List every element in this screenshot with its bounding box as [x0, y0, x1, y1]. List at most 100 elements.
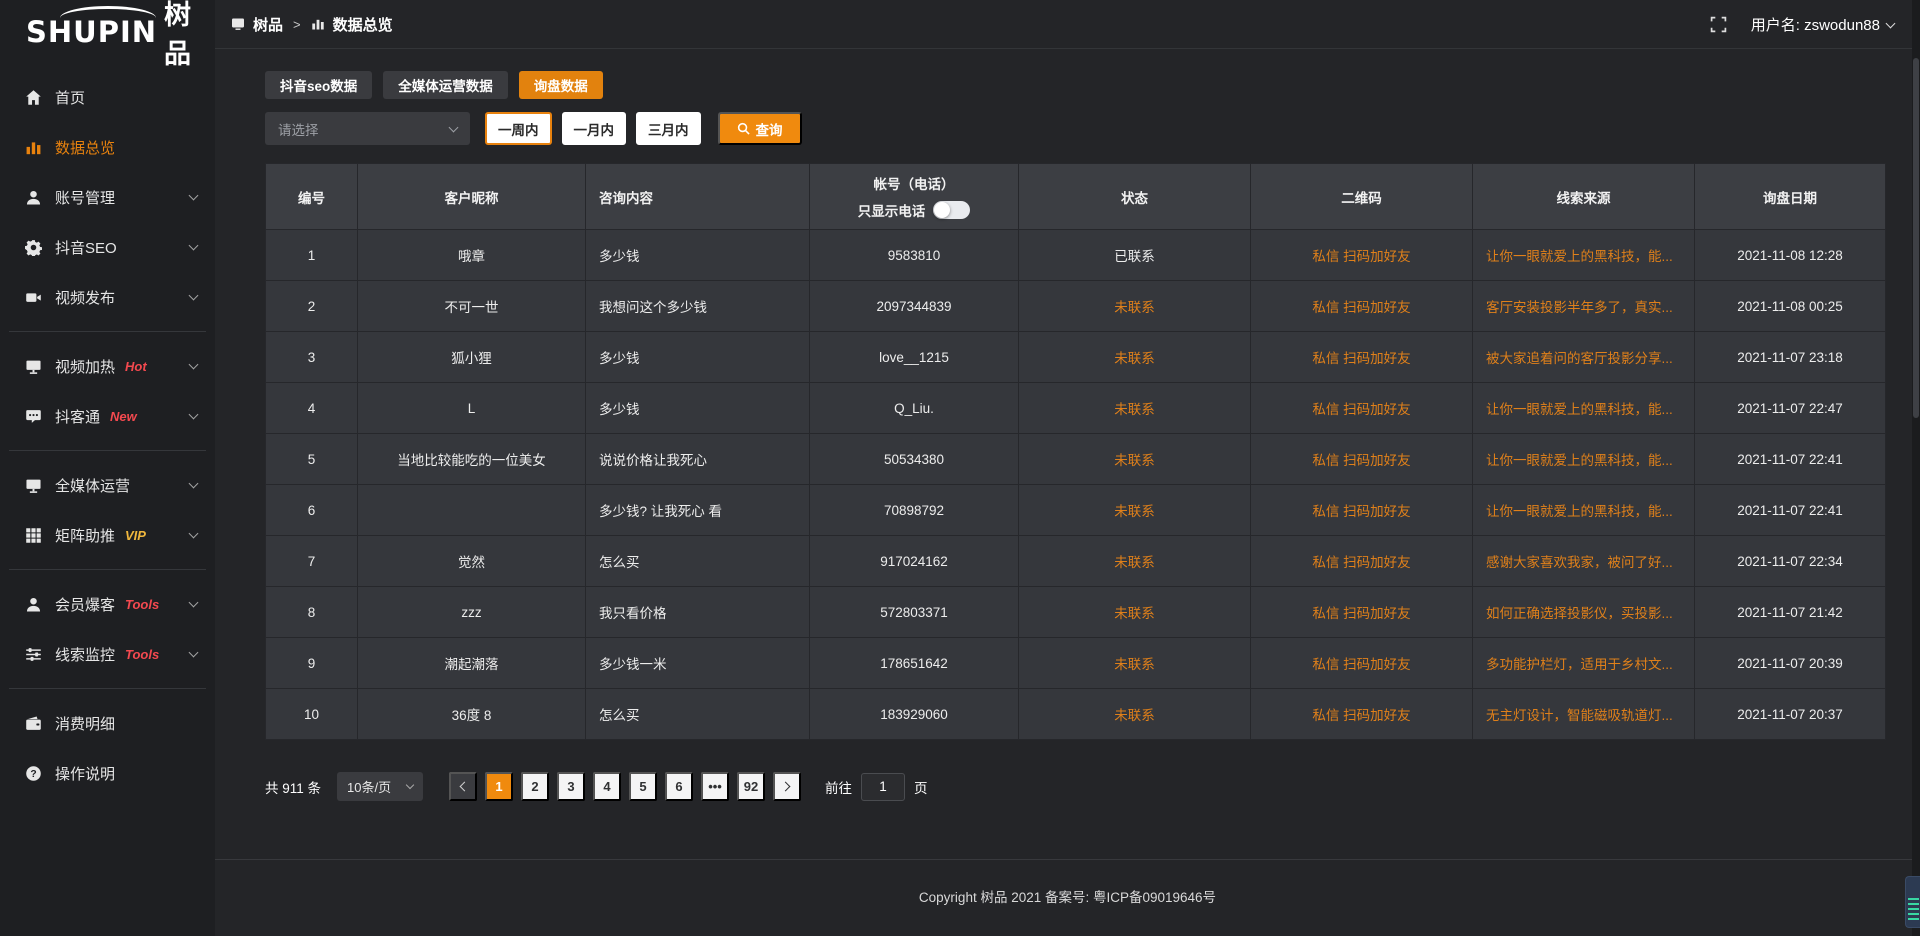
total-count-label: 共 911 条: [265, 777, 321, 797]
cell-qrcode-link[interactable]: 私信 扫码加好友: [1251, 485, 1473, 536]
brand-logo[interactable]: SHUPIN 树品: [0, 0, 215, 64]
sidebar-item-label: 线索监控: [55, 644, 115, 665]
tab-全媒体运营数据[interactable]: 全媒体运营数据: [383, 71, 508, 99]
sidebar-item-label: 消费明细: [55, 713, 115, 734]
jump-label-after: 页: [914, 777, 928, 797]
page-button-3[interactable]: 3: [557, 772, 585, 801]
cell-source-link[interactable]: 让你一眼就爱上的黑科技，能...: [1473, 383, 1695, 434]
cell-source-link[interactable]: 被大家追着问的客厅投影分享...: [1473, 332, 1695, 383]
range-button-三月内[interactable]: 三月内: [636, 112, 701, 145]
sidebar-item-视频加热[interactable]: 视频加热Hot: [0, 341, 215, 391]
column-header-线索来源: 线索来源: [1473, 164, 1695, 230]
sidebar-item-首页[interactable]: 首页: [0, 72, 215, 122]
cell-date: 2021-11-07 22:41: [1695, 434, 1886, 485]
cell-source-link[interactable]: 让你一眼就爱上的黑科技，能...: [1473, 434, 1695, 485]
sidebar-item-消费明细[interactable]: 消费明细: [0, 698, 215, 748]
cell-source-link[interactable]: 让你一眼就爱上的黑科技，能...: [1473, 485, 1695, 536]
sidebar-item-全媒体运营[interactable]: 全媒体运营: [0, 460, 215, 510]
sidebar-item-线索监控[interactable]: 线索监控Tools: [0, 629, 215, 679]
cell-nickname: 当地比较能吃的一位美女: [358, 434, 586, 485]
page-button-6[interactable]: 6: [665, 772, 693, 801]
cell-content: 多少钱? 让我死心 看: [586, 485, 810, 536]
page-button-5[interactable]: 5: [629, 772, 657, 801]
table-row: 5当地比较能吃的一位美女说说价格让我死心50534380未联系私信 扫码加好友让…: [266, 434, 1886, 485]
user-menu[interactable]: 用户名: zswodun88: [1751, 14, 1894, 35]
page-size-value: 10条/页: [347, 777, 391, 796]
scrollbar-thumb[interactable]: [1913, 58, 1919, 418]
sidebar-item-矩阵助推[interactable]: 矩阵助推VIP: [0, 510, 215, 560]
breadcrumb-current: 数据总览: [333, 14, 393, 35]
next-page-button[interactable]: [773, 772, 801, 801]
cell-source-link[interactable]: 感谢大家喜欢我家，被问了好...: [1473, 536, 1695, 587]
cell-qrcode-link[interactable]: 私信 扫码加好友: [1251, 587, 1473, 638]
cell-date: 2021-11-07 22:34: [1695, 536, 1886, 587]
sidebar-item-抖音SEO[interactable]: 抖音SEO: [0, 222, 215, 272]
cell-qrcode-link[interactable]: 私信 扫码加好友: [1251, 638, 1473, 689]
sidebar-item-label: 抖客通: [55, 406, 100, 427]
filter-select-placeholder: 请选择: [278, 119, 319, 139]
chevron-down-icon: [189, 291, 199, 301]
page-button-4[interactable]: 4: [593, 772, 621, 801]
cell-source-link[interactable]: 如何正确选择投影仪，买投影...: [1473, 587, 1695, 638]
phone-only-row: 只显示电话: [823, 200, 1005, 220]
filter-select[interactable]: 请选择: [265, 112, 470, 145]
cell-qrcode-link[interactable]: 私信 扫码加好友: [1251, 281, 1473, 332]
page-scrollbar[interactable]: [1912, 0, 1920, 936]
cell-content: 说说价格让我死心: [586, 434, 810, 485]
copyright-text: Copyright 树品 2021 备案号: 粤ICP备09019646号: [919, 890, 1216, 905]
cell-content: 多少钱: [586, 230, 810, 281]
sidebar-item-label: 全媒体运营: [55, 475, 130, 496]
wallet-icon: [25, 715, 42, 732]
cell-source-link[interactable]: 客厅安装投影半年多了，真实...: [1473, 281, 1695, 332]
cell-id: 7: [266, 536, 358, 587]
cell-source-link[interactable]: 无主灯设计，智能磁吸轨道灯...: [1473, 689, 1695, 740]
cell-qrcode-link[interactable]: 私信 扫码加好友: [1251, 434, 1473, 485]
monitor-play-icon: [25, 358, 42, 375]
grid-icon: [25, 527, 42, 544]
column-header-状态: 状态: [1019, 164, 1251, 230]
breadcrumb-home[interactable]: 树品: [253, 14, 283, 35]
fullscreen-icon[interactable]: [1710, 16, 1727, 33]
phone-only-toggle[interactable]: [933, 201, 970, 219]
range-button-一月内[interactable]: 一月内: [562, 112, 627, 145]
sidebar-item-会员爆客[interactable]: 会员爆客Tools: [0, 579, 215, 629]
sidebar-item-label: 会员爆客: [55, 594, 115, 615]
cell-qrcode-link[interactable]: 私信 扫码加好友: [1251, 689, 1473, 740]
page-size-select[interactable]: 10条/页: [337, 772, 423, 801]
page-more-button[interactable]: •••: [701, 772, 729, 801]
breadcrumb: 树品 > 数据总览: [231, 14, 393, 35]
cell-qrcode-link[interactable]: 私信 扫码加好友: [1251, 332, 1473, 383]
cell-content: 多少钱一米: [586, 638, 810, 689]
page-button-1[interactable]: 1: [485, 772, 513, 801]
sidebar-item-视频发布[interactable]: 视频发布: [0, 272, 215, 322]
page-jumper: 前往 页: [825, 773, 928, 801]
tab-抖音seo数据[interactable]: 抖音seo数据: [265, 71, 372, 99]
table-row: 7觉然怎么买917024162未联系私信 扫码加好友感谢大家喜欢我家，被问了好.…: [266, 536, 1886, 587]
cell-qrcode-link[interactable]: 私信 扫码加好友: [1251, 383, 1473, 434]
sidebar-item-数据总览[interactable]: 数据总览: [0, 122, 215, 172]
phone-only-label: 只显示电话: [858, 200, 926, 220]
chevron-down-icon: [189, 529, 199, 539]
sidebar-item-抖客通[interactable]: 抖客通New: [0, 391, 215, 441]
tab-询盘数据[interactable]: 询盘数据: [519, 71, 603, 99]
page-button-92[interactable]: 92: [737, 772, 765, 801]
cell-source-link[interactable]: 让你一眼就爱上的黑科技，能...: [1473, 230, 1695, 281]
search-button[interactable]: 查询: [718, 112, 802, 145]
floating-widget[interactable]: [1905, 876, 1920, 928]
page-jump-input[interactable]: [861, 773, 905, 801]
cell-id: 6: [266, 485, 358, 536]
chat-icon: [25, 408, 42, 425]
cell-nickname: zzz: [358, 587, 586, 638]
prev-page-button[interactable]: [449, 772, 477, 801]
video-publish-icon: [25, 289, 42, 306]
sidebar-item-label: 视频加热: [55, 356, 115, 377]
cell-source-link[interactable]: 多功能护栏灯，适用于乡村文...: [1473, 638, 1695, 689]
cell-qrcode-link[interactable]: 私信 扫码加好友: [1251, 536, 1473, 587]
sidebar-item-操作说明[interactable]: ?操作说明: [0, 748, 215, 798]
cell-qrcode-link[interactable]: 私信 扫码加好友: [1251, 230, 1473, 281]
sidebar-item-账号管理[interactable]: 账号管理: [0, 172, 215, 222]
page-button-2[interactable]: 2: [521, 772, 549, 801]
chevron-down-icon: [1886, 18, 1896, 28]
range-button-一周内[interactable]: 一周内: [485, 112, 552, 145]
sidebar-menu: 首页数据总览账号管理抖音SEO视频发布视频加热Hot抖客通New 全媒体运营矩阵助…: [0, 72, 215, 798]
